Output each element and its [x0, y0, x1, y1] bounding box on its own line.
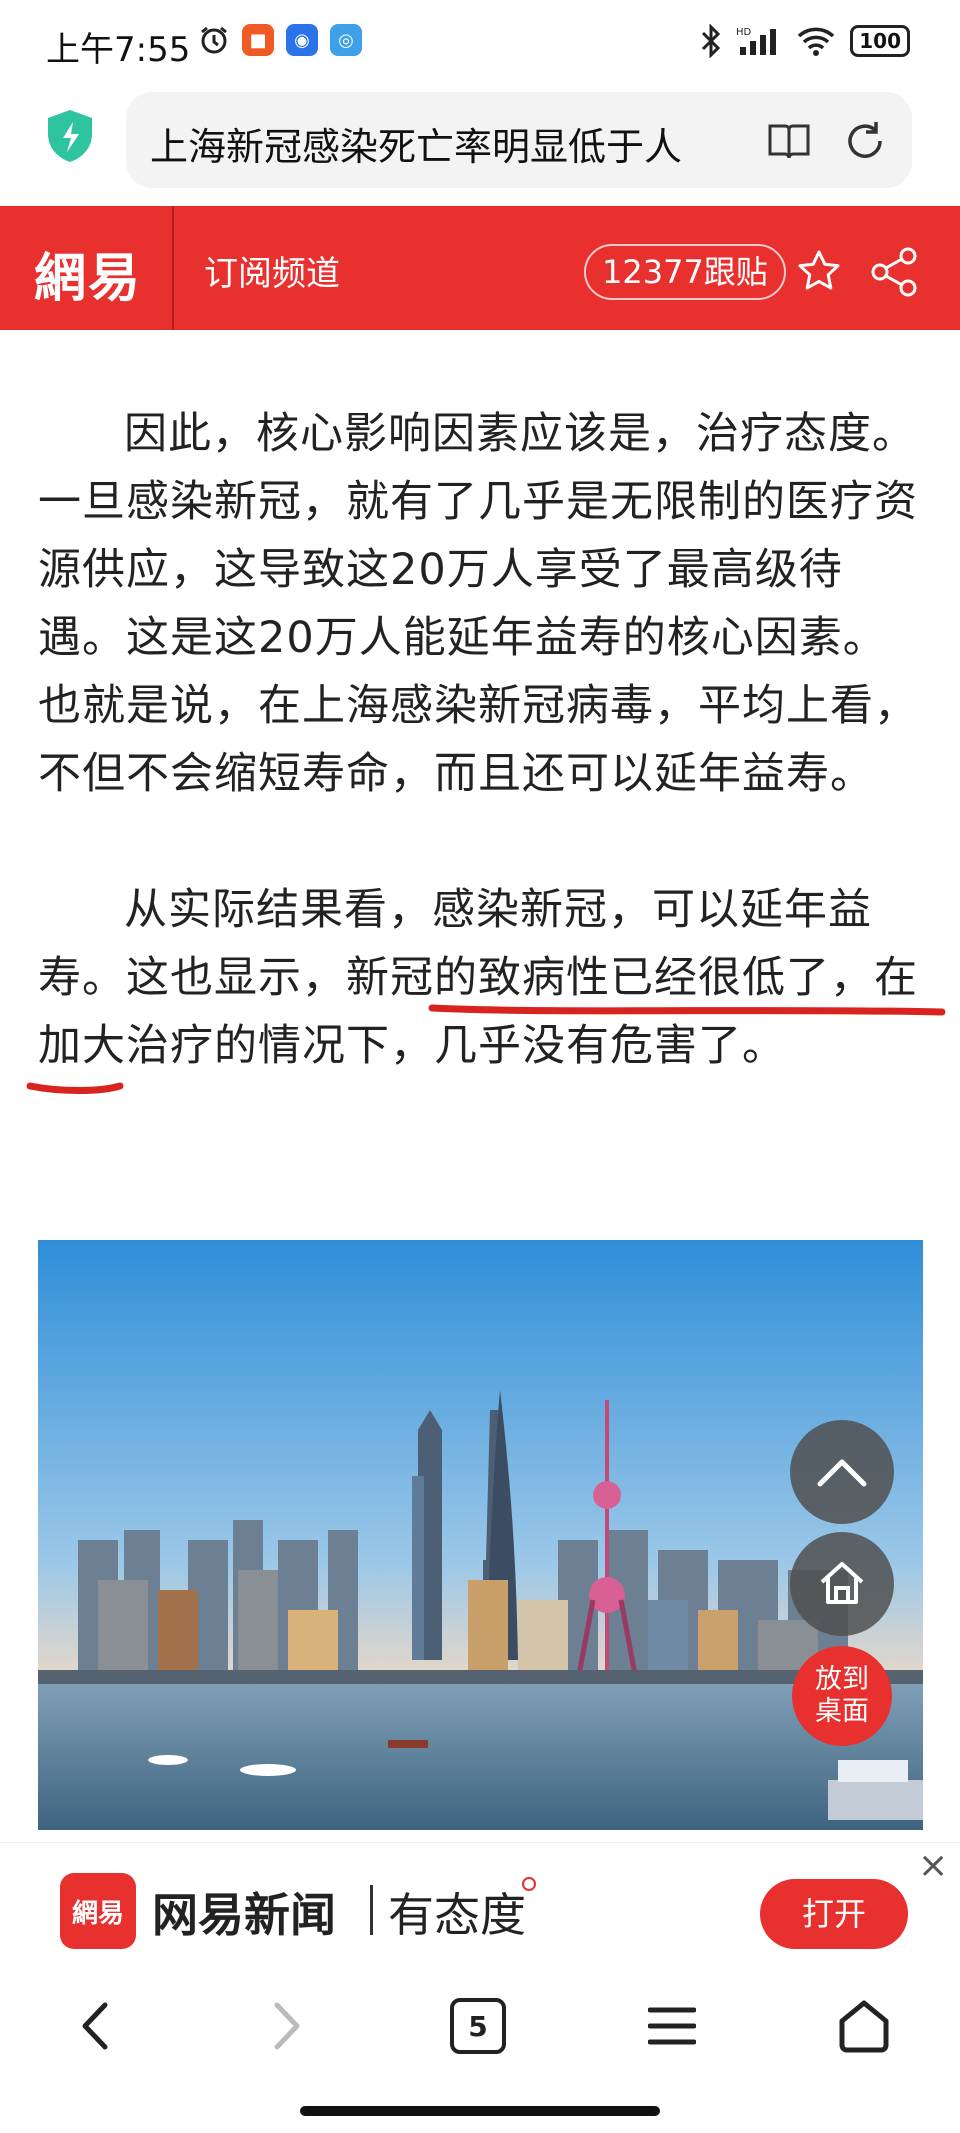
menu-button[interactable] [640, 1994, 704, 2058]
article-paragraph: 从实际结果看，感染新冠，可以延年益寿。这也显示，新冠的致病性已经很低了，在加大治… [38, 885, 918, 1071]
home-icon [820, 1562, 864, 1604]
close-banner-button[interactable]: × [918, 1845, 948, 1886]
video-app-icon: ■ [242, 24, 274, 56]
slogan-dot-icon [522, 1877, 536, 1891]
status-app-icons: ■ ◉ ◎ [198, 24, 362, 56]
add-to-desktop-button[interactable]: 放到 桌面 [792, 1646, 892, 1746]
browser-app-icon: ◎ [330, 24, 362, 56]
url-title-text: 上海新冠感染死亡率明显低于人 [150, 125, 683, 164]
refresh-icon[interactable] [842, 118, 888, 164]
share-icon[interactable] [868, 246, 920, 298]
shield-app-icon: ◉ [286, 24, 318, 56]
battery-indicator: 100 [850, 25, 910, 57]
add-to-desktop-label-1: 放到 [815, 1664, 869, 1695]
add-to-desktop-label-2: 桌面 [815, 1696, 869, 1727]
security-shield-icon[interactable] [44, 108, 96, 164]
tabs-button[interactable]: 5 [446, 1994, 510, 2058]
signal-icon: HD [736, 27, 777, 55]
status-bar: 上午7:55 ■ ◉ ◎ HD 100 [0, 0, 960, 80]
forward-button[interactable] [256, 1994, 320, 2058]
netease-logo[interactable]: 網易 [34, 236, 142, 311]
status-right: HD 100 [700, 24, 910, 58]
bluetooth-icon [702, 24, 721, 58]
browser-home-button[interactable] [832, 1994, 896, 2058]
browser-toolbar: 5 [0, 1970, 960, 2080]
promo-app-name: 网易新闻 [152, 1888, 336, 1942]
chevron-left-icon [82, 2002, 108, 2050]
reader-mode-icon[interactable] [766, 118, 812, 164]
gesture-home-indicator[interactable] [300, 2106, 660, 2116]
alarm-icon [201, 26, 227, 54]
subscribe-channel-link[interactable]: 订阅频道 [204, 246, 340, 295]
wifi-icon [798, 27, 835, 56]
tab-count-badge: 5 [450, 1998, 506, 2054]
promo-slogan: 有态度 [388, 1888, 526, 1942]
back-button[interactable] [62, 1994, 126, 2058]
url-field[interactable]: 上海新冠感染死亡率明显低于人 [126, 92, 912, 188]
status-time: 上午7:55 [46, 30, 191, 70]
home-button[interactable] [790, 1532, 894, 1636]
hamburger-menu-icon [648, 2007, 696, 2045]
article-body: 因此，核心影响因素应该是，治疗态度。一旦感染新冠，就有了几乎是无限制的医疗资源供… [38, 400, 928, 1080]
shanghai-skyline-image [38, 1240, 923, 1830]
scroll-to-top-button[interactable] [790, 1420, 894, 1524]
browser-address-bar: 上海新冠感染死亡率明显低于人 [0, 80, 960, 190]
star-icon[interactable] [796, 248, 842, 294]
article-paragraph: 因此，核心影响因素应该是，治疗态度。一旦感染新冠，就有了几乎是无限制的医疗资源供… [38, 409, 918, 799]
netease-news-app-logo: 網易 [60, 1873, 136, 1949]
app-promo-banner: 網易 网易新闻 有态度 打开 × [0, 1842, 960, 1971]
home-outline-icon [839, 2000, 889, 2053]
chevron-up-icon [817, 1459, 867, 1487]
comments-count-button[interactable]: 12377跟贴 [584, 244, 786, 300]
netease-header: 網易 订阅频道 12377跟贴 [0, 206, 960, 330]
open-app-button[interactable]: 打开 [760, 1879, 908, 1949]
svg-text:HD: HD [736, 27, 752, 38]
chevron-right-icon [274, 2002, 300, 2050]
